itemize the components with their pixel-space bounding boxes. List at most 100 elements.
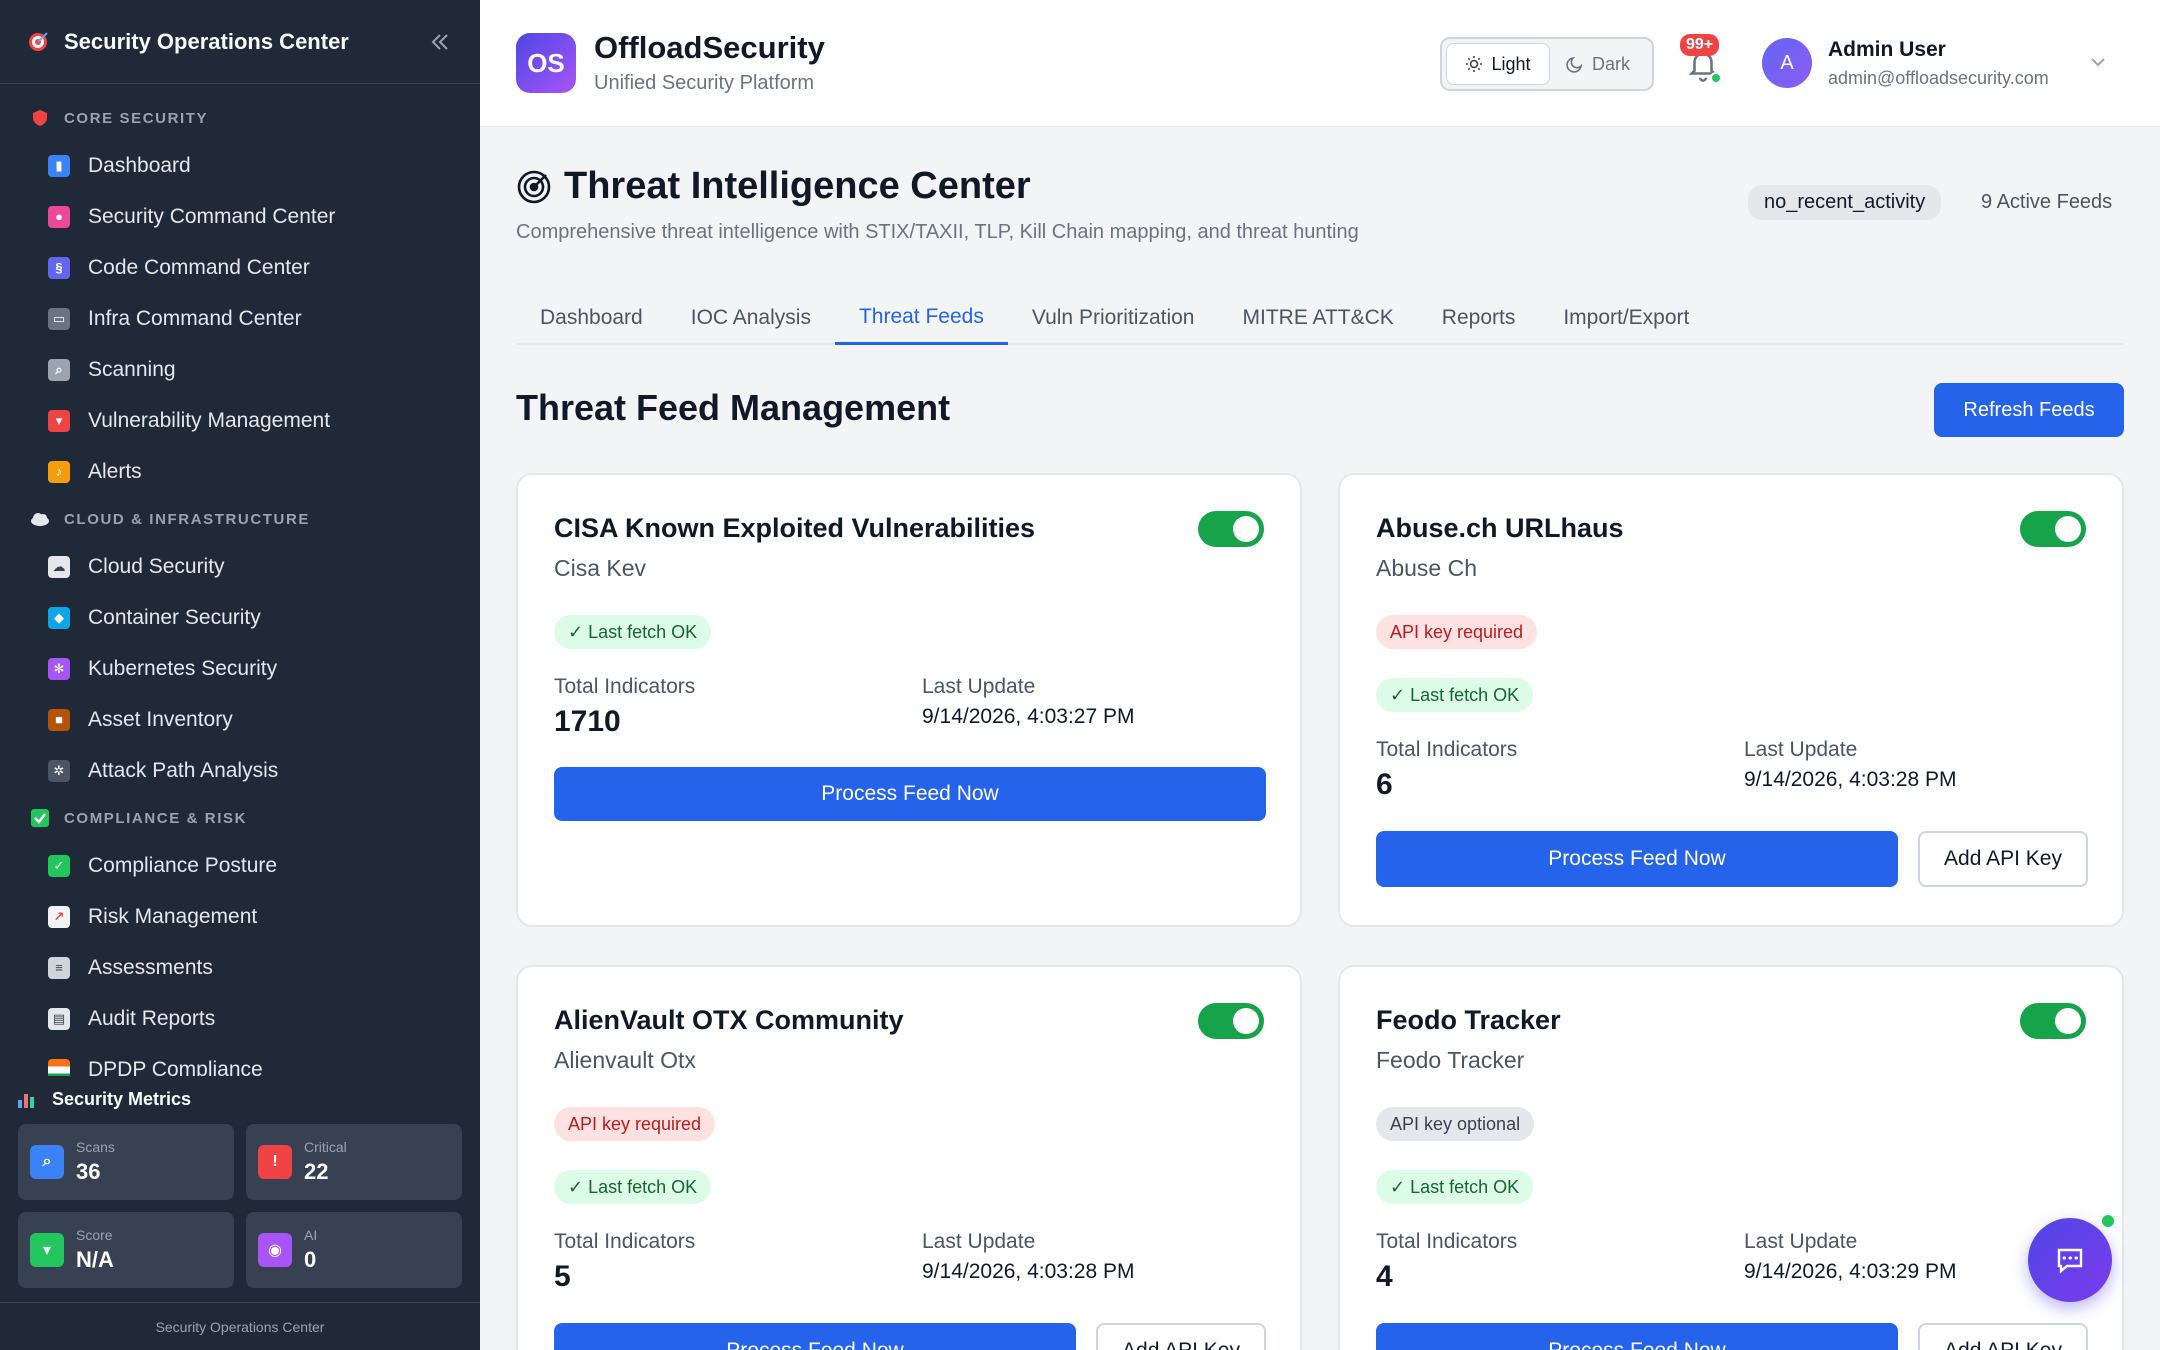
- sidebar-footer: Security Operations Center: [0, 1302, 480, 1350]
- sidebar-item-kubernetes-security[interactable]: ✻ Kubernetes Security: [0, 643, 480, 694]
- sidebar-item-security-command-center[interactable]: ● Security Command Center: [0, 191, 480, 242]
- last-update-value: 9/14/2026, 4:03:29 PM: [1744, 1260, 1957, 1283]
- magnifier-icon: ⌕: [48, 358, 70, 381]
- sidebar-section-cloud-infrastructure: CLOUD & INFRASTRUCTURE: [0, 497, 480, 541]
- cloud-icon: [30, 509, 50, 529]
- sidebar-item-cloud-security[interactable]: ☁ Cloud Security: [0, 541, 480, 592]
- theme-light-button[interactable]: Light: [1446, 43, 1550, 85]
- collapse-sidebar-icon[interactable]: [424, 26, 456, 58]
- sidebar-item-vulnerability-management[interactable]: ▾ Vulnerability Management: [0, 395, 480, 446]
- feed-enabled-toggle[interactable]: [2020, 511, 2086, 547]
- sidebar-item-dpdp-compliance[interactable]: DPDP Compliance: [0, 1044, 480, 1076]
- feed-title: Feodo Tracker: [1376, 1005, 1561, 1035]
- last-update-label: Last Update: [1744, 738, 1858, 761]
- sidebar-item-asset-inventory[interactable]: ■ Asset Inventory: [0, 694, 480, 745]
- online-status-dot: [1710, 72, 1722, 84]
- page-title: Threat Intelligence Center: [564, 165, 1031, 207]
- robot-icon: ◉: [258, 1233, 292, 1267]
- monitor-icon: ▭: [48, 307, 70, 330]
- theme-toggle: Light Dark: [1440, 37, 1654, 91]
- api-key-optional-badge: API key optional: [1376, 1107, 1535, 1141]
- feed-source: Cisa Kev: [554, 555, 647, 581]
- sidebar-item-audit-reports[interactable]: ▤ Audit Reports: [0, 993, 480, 1044]
- api-key-required-badge: API key required: [1376, 615, 1538, 649]
- total-indicators-label: Total Indicators: [554, 1230, 696, 1253]
- user-name: Admin User: [1828, 38, 1946, 61]
- tab-import-export[interactable]: Import/Export: [1539, 291, 1713, 345]
- theme-dark-button[interactable]: Dark: [1550, 43, 1646, 85]
- process-feed-button[interactable]: Process Feed Now: [554, 1323, 1076, 1350]
- avatar[interactable]: A: [1762, 38, 1812, 88]
- shield-icon: ▾: [30, 1233, 64, 1267]
- metric-score[interactable]: ▾ Score N/A: [18, 1212, 234, 1288]
- dna-icon: §: [48, 256, 70, 279]
- api-key-required-badge: API key required: [554, 1107, 716, 1141]
- add-api-key-button[interactable]: Add API Key: [1918, 831, 2088, 887]
- sidebar: Security Operations Center CORE SECURITY…: [0, 0, 480, 1350]
- sidebar-item-container-security[interactable]: ◆ Container Security: [0, 592, 480, 643]
- total-indicators-value: 4: [1376, 1260, 1393, 1293]
- page-subtitle: Comprehensive threat intelligence with S…: [516, 221, 1359, 243]
- tab-vuln-prioritization[interactable]: Vuln Prioritization: [1008, 291, 1219, 345]
- add-api-key-button[interactable]: Add API Key: [1918, 1323, 2088, 1350]
- clipboard-icon: ≡: [48, 956, 70, 979]
- feed-enabled-toggle[interactable]: [1198, 1003, 1264, 1039]
- tab-ioc-analysis[interactable]: IOC Analysis: [667, 291, 835, 345]
- brain-icon: ●: [48, 205, 70, 228]
- metric-scans[interactable]: ⌕ Scans 36: [18, 1124, 234, 1200]
- trend-chart-icon: ↗: [48, 905, 70, 928]
- process-feed-button[interactable]: Process Feed Now: [1376, 1323, 1898, 1350]
- bell-icon: ♪: [48, 460, 70, 483]
- sidebar-item-dashboard[interactable]: ▮ Dashboard: [0, 140, 480, 191]
- sidebar-item-risk-management[interactable]: ↗ Risk Management: [0, 891, 480, 942]
- process-feed-button[interactable]: Process Feed Now: [554, 767, 1266, 821]
- warning-icon: !: [258, 1145, 292, 1179]
- metric-ai[interactable]: ◉ AI 0: [246, 1212, 462, 1288]
- feed-card-abuse-ch: Abuse.ch URLhaus Abuse Ch API key requir…: [1338, 473, 2124, 927]
- feed-title: Abuse.ch URLhaus: [1376, 513, 1624, 543]
- brand-logo: OS: [516, 33, 576, 93]
- bar-chart-icon: ▮: [48, 154, 70, 177]
- section-title: Threat Feed Management: [516, 387, 951, 428]
- tab-threat-feeds[interactable]: Threat Feeds: [834, 291, 1008, 345]
- sidebar-item-assessments[interactable]: ≡ Assessments: [0, 942, 480, 993]
- add-api-key-button[interactable]: Add API Key: [1096, 1323, 1266, 1350]
- last-update-label: Last Update: [1744, 1230, 1858, 1253]
- brand-name: OffloadSecurity: [594, 30, 825, 65]
- tab-dashboard[interactable]: Dashboard: [516, 291, 667, 345]
- feed-enabled-toggle[interactable]: [1198, 511, 1264, 547]
- bar-chart-icon: [18, 1090, 36, 1108]
- tab-mitre-attack[interactable]: MITRE ATT&CK: [1219, 291, 1418, 345]
- sidebar-item-alerts[interactable]: ♪ Alerts: [0, 446, 480, 497]
- notification-count-badge: 99+: [1680, 34, 1720, 56]
- last-update-label: Last Update: [922, 675, 1036, 698]
- sidebar-item-infra-command-center[interactable]: ▭ Infra Command Center: [0, 293, 480, 344]
- process-feed-button[interactable]: Process Feed Now: [1376, 831, 1898, 887]
- tab-reports[interactable]: Reports: [1418, 291, 1540, 345]
- feed-source: Alienvault Otx: [554, 1047, 696, 1073]
- sidebar-item-attack-path-analysis[interactable]: ✲ Attack Path Analysis: [0, 745, 480, 796]
- feed-enabled-toggle[interactable]: [2020, 1003, 2086, 1039]
- feed-title: AlienVault OTX Community: [554, 1005, 904, 1035]
- total-indicators-label: Total Indicators: [1376, 1230, 1518, 1253]
- document-icon: ▤: [48, 1007, 70, 1030]
- chat-button[interactable]: [2028, 1218, 2112, 1302]
- metric-critical[interactable]: ! Critical 22: [246, 1124, 462, 1200]
- sidebar-item-compliance-posture[interactable]: ✓ Compliance Posture: [0, 840, 480, 891]
- last-update-label: Last Update: [922, 1230, 1036, 1253]
- fetch-status-badge: ✓ Last fetch OK: [554, 1170, 712, 1204]
- total-indicators-value: 5: [554, 1260, 571, 1293]
- tab-bar: Dashboard IOC Analysis Threat Feeds Vuln…: [516, 291, 2124, 345]
- total-indicators-value: 1710: [554, 705, 621, 738]
- sidebar-item-code-command-center[interactable]: § Code Command Center: [0, 242, 480, 293]
- chevron-down-icon[interactable]: [2086, 50, 2110, 74]
- refresh-feeds-button[interactable]: Refresh Feeds: [1934, 383, 2124, 437]
- fetch-status-badge: ✓ Last fetch OK: [554, 615, 712, 649]
- brand-tagline: Unified Security Platform: [594, 72, 815, 94]
- sidebar-item-scanning[interactable]: ⌕ Scanning: [0, 344, 480, 395]
- sidebar-section-core-security: CORE SECURITY: [0, 96, 480, 140]
- sidebar-header: Security Operations Center: [0, 0, 480, 84]
- top-bar: OS OffloadSecurity Unified Security Plat…: [480, 0, 2160, 127]
- sidebar-section-compliance-risk: COMPLIANCE & RISK: [0, 796, 480, 840]
- radar-target-icon: [517, 170, 551, 203]
